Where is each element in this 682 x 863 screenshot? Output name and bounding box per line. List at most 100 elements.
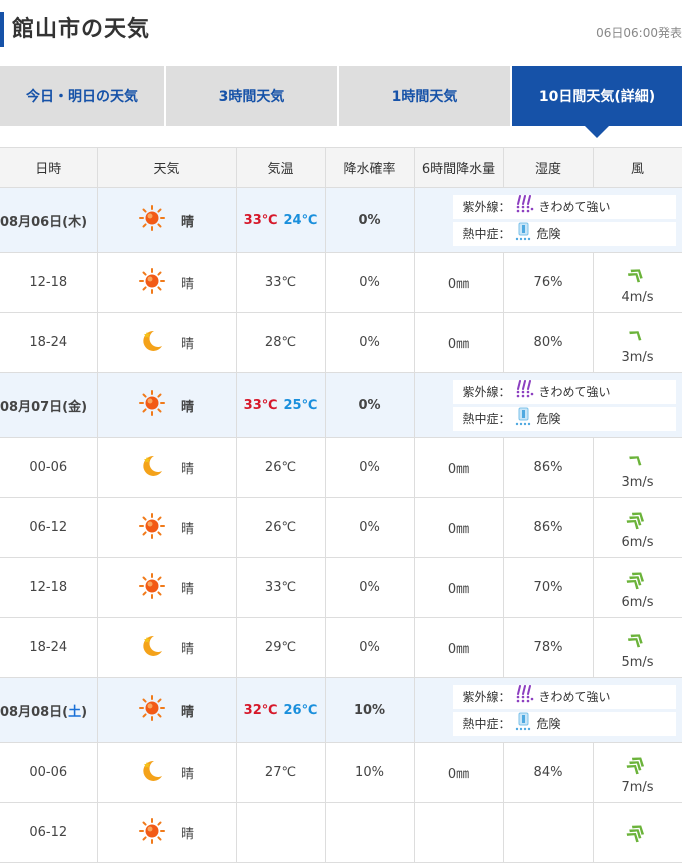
forecast-timestamp: 06日06:00発表 [596, 26, 682, 40]
day-summary-row: 08月06日(木) 晴 33℃ 24℃ 0% 紫外線： きわめて強い 熱中症： 危険 [0, 187, 682, 253]
hour-humidity: 78% [503, 617, 594, 678]
day-summary-row: 08月07日(金) 晴 33℃ 25℃ 0% 紫外線： きわめて強い 熱中症： 危険 [0, 372, 682, 438]
day-indices: 紫外線： きわめて強い 熱中症： 危険 [414, 677, 682, 743]
hour-wind [593, 802, 682, 863]
uv-icon [515, 380, 535, 403]
sun-icon [138, 390, 165, 420]
hour-time: 00-06 [0, 742, 98, 803]
hour-time: 18-24 [0, 312, 98, 373]
wind-direction-icon [626, 505, 649, 533]
day-of-week: 金 [68, 399, 82, 415]
tab-1-hour[interactable]: 1時間天気 [339, 66, 510, 126]
hour-row: 18-24 晴 28℃ 0% 0㎜ 80% 3m/s [0, 312, 682, 373]
wind-speed: 5m/s [621, 655, 654, 670]
sun-icon [138, 512, 165, 543]
wind-speed: 6m/s [621, 595, 654, 610]
hour-precip-chance: 0% [325, 557, 415, 618]
wind-speed: 3m/s [621, 350, 654, 365]
col-header-rainfall: 6時間降水量 [414, 147, 504, 188]
hour-precip-chance: 0% [325, 252, 415, 313]
sun-icon [138, 267, 165, 298]
sun-icon [138, 205, 165, 235]
hour-rainfall: 0㎜ [414, 252, 504, 313]
day-of-week: 土 [68, 704, 82, 720]
col-header-weather: 天気 [97, 147, 237, 188]
uv-index: 紫外線： きわめて強い [452, 684, 676, 709]
hour-temperature [236, 802, 326, 863]
wind-direction-icon [627, 260, 649, 288]
hour-precip-chance: 0% [325, 437, 415, 498]
hour-weather: 晴 [97, 437, 237, 498]
hour-rainfall: 0㎜ [414, 617, 504, 678]
hour-precip-chance: 0% [325, 312, 415, 373]
hour-weather: 晴 [97, 742, 237, 803]
wind-speed: 4m/s [621, 290, 654, 305]
hour-row: 00-06 晴 26℃ 0% 0㎜ 86% 3m/s [0, 437, 682, 498]
hour-weather: 晴 [97, 497, 237, 558]
hour-rainfall: 0㎜ [414, 742, 504, 803]
hour-rainfall: 0㎜ [414, 557, 504, 618]
tab-today-tomorrow[interactable]: 今日・明日の天気 [0, 66, 165, 126]
heatstroke-index: 熱中症： 危険 [452, 711, 676, 736]
col-header-wind: 風 [593, 147, 682, 188]
tab-3-hour[interactable]: 3時間天気 [166, 66, 338, 126]
uv-index: 紫外線： きわめて強い [452, 379, 676, 404]
moon-icon [139, 758, 165, 788]
uv-icon [515, 195, 535, 218]
moon-icon [139, 453, 165, 483]
moon-icon [139, 328, 165, 358]
hour-humidity: 70% [503, 557, 594, 618]
wind-speed: 6m/s [621, 535, 654, 550]
tab-10-day-detail[interactable]: 10日間天気(詳細) [512, 66, 682, 138]
hour-temperature: 28℃ [236, 312, 326, 373]
day-indices: 紫外線： きわめて強い 熱中症： 危険 [414, 372, 682, 438]
forecast-tabs: 今日・明日の天気 3時間天気 1時間天気 10日間天気(詳細) [0, 66, 682, 138]
hour-precip-chance: 0% [325, 617, 415, 678]
hour-temperature: 27℃ [236, 742, 326, 803]
hour-row: 12-18 晴 33℃ 0% 0㎜ 70% 6m/s [0, 557, 682, 618]
wind-direction-icon [626, 818, 649, 846]
temp-high: 33℃ [243, 397, 278, 413]
hour-precip-chance [325, 802, 415, 863]
moon-icon [139, 633, 165, 663]
temp-low: 26℃ [283, 702, 318, 718]
hour-temperature: 33℃ [236, 557, 326, 618]
day-precip-chance: 10% [325, 677, 415, 743]
temp-high: 33℃ [243, 212, 278, 228]
uv-icon [515, 685, 535, 708]
hour-row: 06-12 晴 [0, 802, 682, 863]
hour-row: 18-24 晴 29℃ 0% 0㎜ 78% 5m/s [0, 617, 682, 678]
day-temperature: 32℃ 26℃ [236, 677, 326, 743]
day-indices: 紫外線： きわめて強い 熱中症： 危険 [414, 187, 682, 253]
hour-temperature: 29℃ [236, 617, 326, 678]
day-precip-chance: 0% [325, 372, 415, 438]
hour-rainfall: 0㎜ [414, 312, 504, 373]
wind-direction-icon [626, 750, 649, 778]
hour-weather: 晴 [97, 312, 237, 373]
hour-wind: 6m/s [593, 557, 682, 618]
hour-wind: 6m/s [593, 497, 682, 558]
hour-weather: 晴 [97, 802, 237, 863]
hour-rainfall: 0㎜ [414, 437, 504, 498]
temp-high: 32℃ [243, 702, 278, 718]
day-precip-chance: 0% [325, 187, 415, 253]
thermometer-icon [515, 222, 533, 245]
day-date: 08月06日(木) [0, 187, 98, 253]
hour-humidity [503, 802, 594, 863]
day-of-week: 木 [68, 214, 82, 230]
hour-row: 12-18 晴 33℃ 0% 0㎜ 76% 4m/s [0, 252, 682, 313]
col-header-datetime: 日時 [0, 147, 98, 188]
hour-humidity: 84% [503, 742, 594, 803]
page-header: 館山市の天気 06日06:00発表 [0, 0, 682, 60]
hour-time: 12-18 [0, 557, 98, 618]
wind-direction-icon [627, 625, 649, 653]
hour-temperature: 33℃ [236, 252, 326, 313]
sun-icon [138, 572, 165, 603]
hour-weather: 晴 [97, 252, 237, 313]
hour-wind: 4m/s [593, 252, 682, 313]
col-header-humidity: 湿度 [503, 147, 594, 188]
day-summary-row: 08月08日(土) 晴 32℃ 26℃ 10% 紫外線： きわめて強い 熱中症： 危険 [0, 677, 682, 743]
wind-direction-icon [626, 565, 649, 593]
day-date: 08月08日(土) [0, 677, 98, 743]
temp-low: 24℃ [283, 212, 318, 228]
